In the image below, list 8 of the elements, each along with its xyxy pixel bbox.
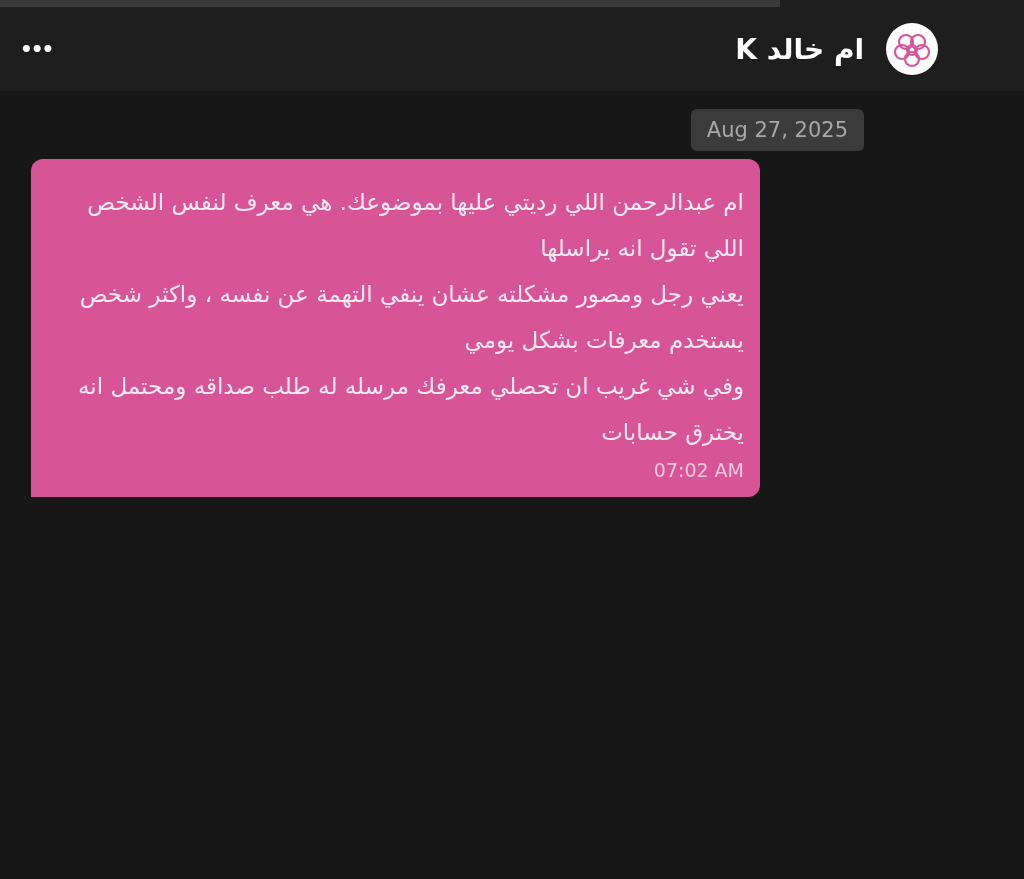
message-text: وفي شي غريب ان تحصلي معرفك مرسله له طلب صداقه ومحتمل انه يخترق حسابات bbox=[76, 372, 744, 448]
flower-avatar-icon[interactable] bbox=[886, 23, 938, 75]
message-text: ام عبدالرحمن اللي رديتي عليها بموضوعك. هي معرف لنفس الشخص اللي تقول انه يراسلها bbox=[86, 188, 744, 264]
message-text: يعني رجل ومصور مشكلته عشان ينفي التهمة عن نفسه ، واكثر شخص يستخدم معرفات بشكل يومي bbox=[78, 280, 744, 356]
date-chip: Aug 27, 2025 bbox=[690, 109, 864, 151]
message-time: 07:02 AM bbox=[653, 459, 744, 481]
more-button[interactable]: ••• bbox=[16, 37, 57, 61]
contact-name: ام خالد K bbox=[735, 32, 864, 66]
